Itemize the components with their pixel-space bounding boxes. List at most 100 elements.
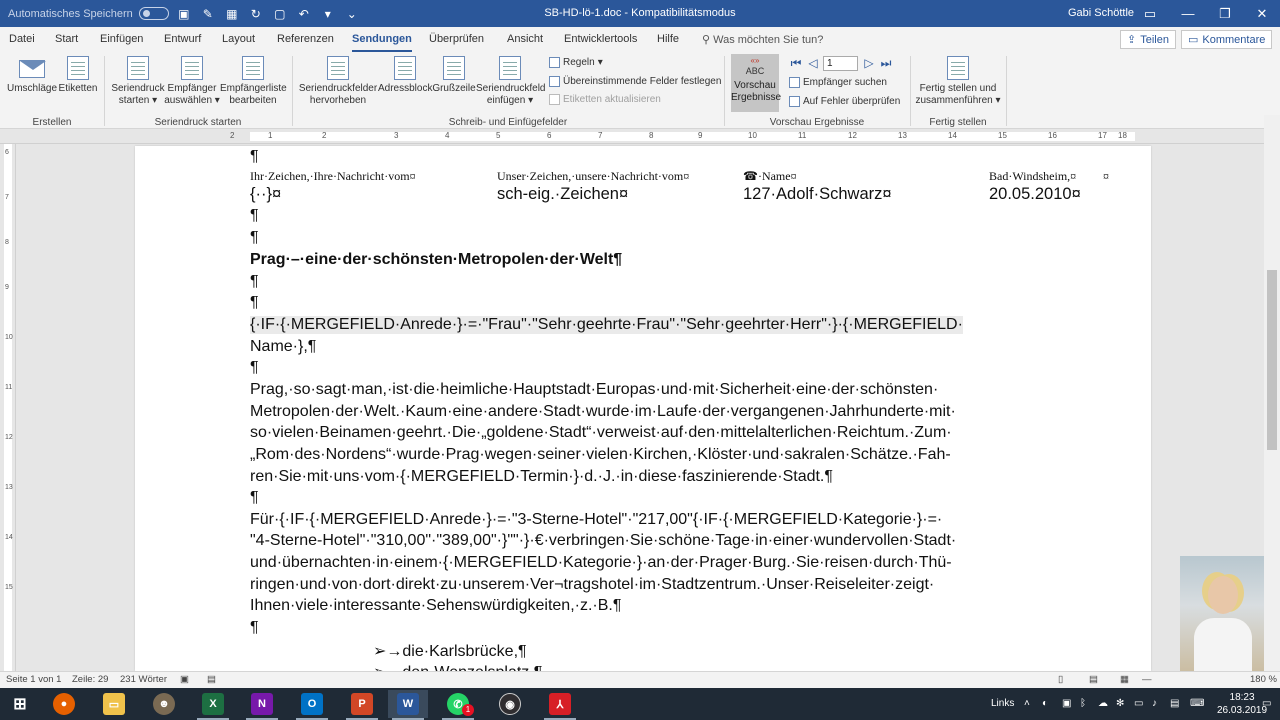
select-recipients-button[interactable]: Empfänger auswählen ▾ — [164, 56, 220, 107]
vertical-ruler[interactable]: 6 7 8 9 10 11 12 13 14 15 — [0, 144, 16, 671]
first-record-icon[interactable]: ⏮ — [789, 56, 803, 70]
whatsapp-icon[interactable]: ✆ 1 — [438, 690, 478, 720]
update-labels-button[interactable]: Etiketten aktualisieren — [549, 94, 661, 105]
horizontal-ruler[interactable]: 2 1 2 3 4 5 6 7 8 9 10 11 12 13 14 15 16… — [0, 129, 1264, 144]
onenote-icon[interactable]: N — [242, 690, 282, 720]
macro-record-icon[interactable]: ▤ — [207, 674, 216, 685]
onedrive-icon[interactable]: ☁ — [1098, 698, 1108, 709]
tray-app-icon[interactable]: ◐ — [1042, 698, 1048, 709]
scrollbar-thumb[interactable] — [1267, 270, 1277, 450]
insert-merge-field-button[interactable]: Seriendruckfeld einfügen ▾ — [476, 56, 545, 107]
close-icon[interactable]: ✕ — [1242, 0, 1280, 27]
page-count[interactable]: Seite 1 von 1 — [6, 674, 61, 685]
obs-icon[interactable]: ◉ — [490, 690, 530, 718]
zoom-out-icon[interactable]: — — [1142, 674, 1152, 685]
network-icon[interactable]: ▭ — [1134, 698, 1143, 709]
acrobat-icon[interactable]: ⅄ — [540, 690, 580, 720]
highlight-fields-icon — [327, 56, 349, 80]
undo-icon[interactable]: ↶ — [295, 5, 313, 22]
document-heading: Prag·–·eine·der·schönsten·Metropolen·der… — [250, 251, 623, 268]
picture-icon[interactable]: ▦ — [223, 5, 241, 22]
volume-icon[interactable]: ♪ — [1152, 698, 1157, 709]
print-layout-icon[interactable]: ▤ — [1089, 674, 1098, 685]
find-recipient-button[interactable]: Empfänger suchen — [789, 77, 887, 88]
show-hidden-icons-icon[interactable]: ˄ — [1024, 698, 1030, 709]
tab-datei[interactable]: Datei — [9, 33, 35, 45]
tab-hilfe[interactable]: Hilfe — [657, 33, 679, 45]
preview-results-label-1: Vorschau — [734, 80, 776, 91]
tell-me-search[interactable]: ⚲ Was möchten Sie tun? — [702, 33, 823, 46]
action-center-icon[interactable]: ▭ — [1262, 698, 1271, 709]
zoom-level[interactable]: 180 % — [1250, 674, 1277, 685]
previous-record-icon[interactable]: ◁ — [806, 56, 820, 70]
last-record-icon[interactable]: ⏭ — [879, 56, 893, 70]
word-icon[interactable]: W — [388, 690, 428, 720]
keyboard-icon[interactable]: ⌨ — [1190, 698, 1204, 709]
new-document-icon[interactable]: ▢ — [271, 5, 289, 22]
firefox-icon[interactable]: ● — [44, 690, 84, 718]
finish-merge-button[interactable]: Fertig stellen und zusammenführen ▾ — [914, 56, 1002, 107]
rules-button[interactable]: Regeln ▾ — [549, 57, 603, 68]
tab-ueberpruefen[interactable]: Überprüfen — [429, 33, 484, 45]
settings-gear-icon[interactable]: ✻ — [1116, 698, 1124, 709]
tab-sendungen[interactable]: Sendungen — [352, 33, 412, 52]
autosave-toggle[interactable] — [138, 7, 169, 20]
ribbon-display-icon[interactable]: ▭ — [1130, 0, 1170, 27]
next-record-icon[interactable]: ▷ — [862, 56, 876, 70]
document-page[interactable]: ¶ Ihr·Zeichen,·Ihre·Nachricht·vom¤ Unser… — [135, 146, 1151, 671]
vertical-scrollbar[interactable] — [1264, 115, 1280, 671]
read-mode-icon[interactable]: ▯ — [1058, 674, 1063, 685]
chevron-down-icon: ▾ — [597, 57, 603, 68]
match-fields-button[interactable]: Übereinstimmende Felder festlegen — [549, 76, 721, 87]
tab-ansicht[interactable]: Ansicht — [507, 33, 543, 45]
address-block-button[interactable]: Adressblock — [378, 56, 432, 95]
minimize-icon[interactable]: — — [1168, 0, 1208, 27]
tab-layout[interactable]: Layout — [222, 33, 255, 45]
user-name[interactable]: Gabi Schöttle — [1068, 7, 1134, 19]
labels-button[interactable]: Etiketten — [58, 56, 98, 95]
record-number-input[interactable]: 1 — [823, 56, 858, 71]
excel-icon[interactable]: X — [193, 690, 233, 720]
system-clock[interactable]: 18:23 26.03.2019 — [1217, 691, 1267, 717]
group-separator — [724, 56, 725, 126]
links-toolbar-label[interactable]: Links — [991, 698, 1014, 709]
envelopes-button[interactable]: Umschläge — [6, 56, 58, 95]
tab-entwurf[interactable]: Entwurf — [164, 33, 201, 45]
word-count[interactable]: 231 Wörter — [120, 674, 167, 685]
share-button[interactable]: ⇪ Teilen — [1120, 30, 1176, 49]
web-layout-icon[interactable]: ▦ — [1120, 674, 1129, 685]
edit-recipient-list-button[interactable]: Empfängerliste bearbeiten — [220, 56, 287, 107]
start-mail-merge-label-1: Seriendruck — [111, 83, 165, 94]
salutation-field-line-1: {·IF·{·MERGEFIELD·Anrede·}·=·"Frau"·"Seh… — [250, 316, 963, 334]
windows-start-icon[interactable]: ⊞ — [0, 690, 40, 718]
paragraph-mark: ¶ — [250, 359, 259, 376]
file-explorer-icon[interactable]: ▭ — [94, 690, 134, 718]
refresh-icon[interactable]: ↻ — [247, 5, 265, 22]
outlook-icon[interactable]: O — [292, 690, 332, 720]
line-number[interactable]: Zeile: 29 — [72, 674, 108, 685]
customize-qat-icon[interactable]: ⌄ — [343, 5, 361, 22]
restore-icon[interactable]: ❐ — [1205, 0, 1245, 27]
group-label-fertig: Fertig stellen — [929, 117, 987, 128]
gimp-icon[interactable]: ☻ — [144, 690, 184, 718]
undo-dropdown-icon[interactable]: ▾ — [319, 5, 337, 22]
bluetooth-icon[interactable]: ᛒ — [1080, 698, 1086, 709]
folder-icon: ▭ — [103, 693, 125, 715]
greeting-line-button[interactable]: Grußzeile — [432, 56, 476, 95]
language-icon[interactable]: ▤ — [1170, 698, 1179, 709]
ruler-number: 12 — [848, 131, 857, 140]
save-icon[interactable]: ▣ — [175, 5, 193, 22]
comments-button[interactable]: ▭ Kommentare — [1181, 30, 1273, 49]
powerpoint-icon[interactable]: P — [342, 690, 382, 720]
edit-icon[interactable]: ✎ — [199, 5, 217, 22]
preview-results-button[interactable]: «» ABC Vorschau Ergebnisse — [731, 54, 781, 112]
tray-app-icon[interactable]: ▣ — [1062, 698, 1071, 709]
tab-einfuegen[interactable]: Einfügen — [100, 33, 143, 45]
tab-entwicklertools[interactable]: Entwicklertools — [564, 33, 637, 45]
tab-start[interactable]: Start — [55, 33, 78, 45]
highlight-merge-fields-button[interactable]: Seriendruckfelder hervorheben — [298, 56, 378, 107]
check-errors-button[interactable]: Auf Fehler überprüfen — [789, 96, 900, 107]
tab-referenzen[interactable]: Referenzen — [277, 33, 334, 45]
proofing-icon[interactable]: ▣ — [180, 674, 189, 685]
start-mail-merge-button[interactable]: Seriendruck starten ▾ — [110, 56, 166, 107]
